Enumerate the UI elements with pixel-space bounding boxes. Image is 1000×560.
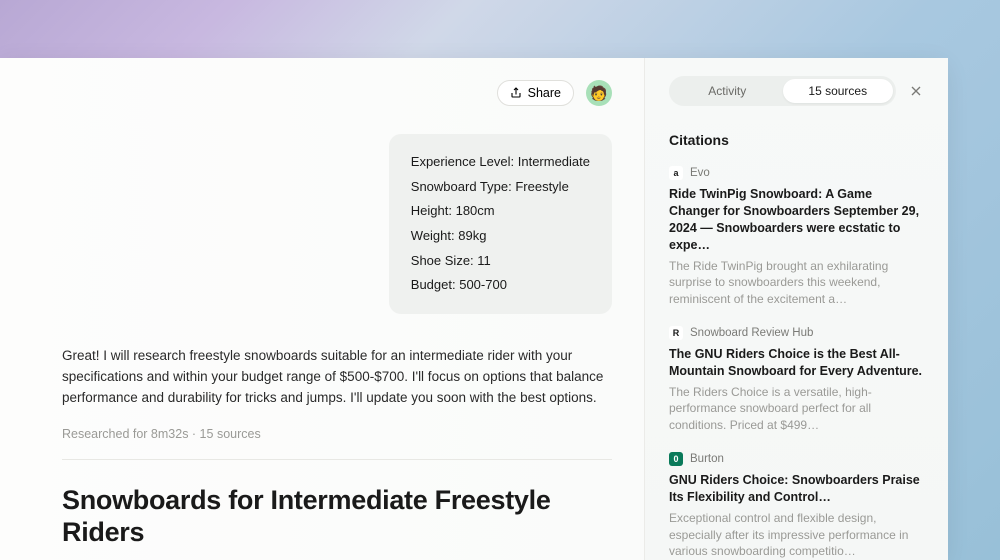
- spec-value: Freestyle: [515, 179, 568, 194]
- citation[interactable]: a Evo Ride TwinPig Snowboard: A Game Chang…: [669, 166, 924, 308]
- citation-title: Ride TwinPig Snowboard: A Game Changer f…: [669, 186, 924, 254]
- app-window: Share 🧑 Experience Level: IntermediateSn…: [0, 58, 948, 560]
- citation[interactable]: R Snowboard Review Hub The GNU Riders Choi…: [669, 326, 924, 434]
- source-icon: a: [669, 166, 683, 180]
- spec-value: 500-700: [459, 277, 507, 292]
- spec-label: Snowboard Type:: [411, 179, 516, 194]
- spec-value: Intermediate: [518, 154, 590, 169]
- main-panel: Share 🧑 Experience Level: IntermediateSn…: [0, 58, 644, 560]
- spec-value: 180cm: [456, 203, 495, 218]
- sidebar-top: Activity 15 sources: [669, 76, 924, 106]
- avatar-emoji: 🧑: [590, 85, 607, 102]
- sidebar: Activity 15 sources Citations a Evo Ride T…: [644, 58, 948, 560]
- spec-card: Experience Level: IntermediateSnowboard …: [389, 134, 612, 314]
- share-icon: [510, 87, 522, 99]
- tab-sources[interactable]: 15 sources: [783, 79, 894, 103]
- spec-label: Experience Level:: [411, 154, 518, 169]
- spec-row: Budget: 500-700: [411, 273, 590, 298]
- avatar[interactable]: 🧑: [586, 80, 612, 106]
- citation-source: a Evo: [669, 166, 924, 180]
- spec-value: 11: [477, 253, 491, 268]
- intro-text: Great! I will research freestyle snowboa…: [62, 346, 612, 409]
- spec-row: Height: 180cm: [411, 199, 590, 224]
- spec-row: Shoe Size: 11: [411, 249, 590, 274]
- spec-value: 89kg: [458, 228, 486, 243]
- tab-group: Activity 15 sources: [669, 76, 896, 106]
- citation-source: R Snowboard Review Hub: [669, 326, 924, 340]
- source-name: Snowboard Review Hub: [690, 327, 813, 339]
- citation-title: The GNU Riders Choice is the Best All-Mo…: [669, 346, 924, 380]
- source-name: Evo: [690, 167, 710, 179]
- divider: [62, 459, 612, 460]
- source-icon: 0: [669, 452, 683, 466]
- close-icon[interactable]: [908, 83, 924, 99]
- spec-label: Height:: [411, 203, 456, 218]
- spec-row: Snowboard Type: Freestyle: [411, 175, 590, 200]
- citation-desc: Exceptional control and flexible design,…: [669, 510, 924, 560]
- citations-heading: Citations: [669, 132, 924, 148]
- citations-list: a Evo Ride TwinPig Snowboard: A Game Chang…: [669, 166, 924, 560]
- spec-row: Experience Level: Intermediate: [411, 150, 590, 175]
- share-label: Share: [528, 86, 561, 100]
- citation-source: 0 Burton: [669, 452, 924, 466]
- citation-desc: The Ride TwinPig brought an exhilarating…: [669, 258, 924, 308]
- topbar: Share 🧑: [62, 80, 612, 106]
- citation-desc: The Riders Choice is a versatile, high-p…: [669, 384, 924, 434]
- page-title: Snowboards for Intermediate Freestyle Ri…: [62, 484, 612, 549]
- spec-label: Budget:: [411, 277, 459, 292]
- spec-label: Weight:: [411, 228, 458, 243]
- source-name: Burton: [690, 453, 724, 465]
- research-meta: Researched for 8m32s · 15 sources: [62, 427, 612, 441]
- tab-activity[interactable]: Activity: [672, 79, 783, 103]
- source-icon: R: [669, 326, 683, 340]
- spec-label: Shoe Size:: [411, 253, 478, 268]
- citation-title: GNU Riders Choice: Snowboarders Praise I…: [669, 472, 924, 506]
- citation[interactable]: 0 Burton GNU Riders Choice: Snowboarders P…: [669, 452, 924, 560]
- share-button[interactable]: Share: [497, 80, 574, 106]
- spec-row: Weight: 89kg: [411, 224, 590, 249]
